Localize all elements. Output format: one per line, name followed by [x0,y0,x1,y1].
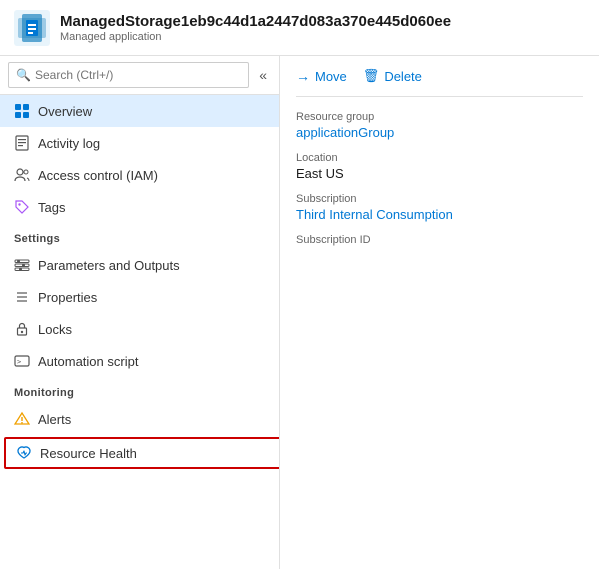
move-icon: → [296,68,310,84]
sidebar: 🔍 « Overview Activity log Access control… [0,56,280,569]
location-label: Location [296,152,583,164]
resource-group-label: Resource group [296,111,583,123]
subscription-row: Subscription Third Internal Consumption [296,193,583,222]
sidebar-item-activity-log[interactable]: Activity log [0,127,279,159]
resource-health-icon [16,445,32,461]
section-header-monitoring: Monitoring [0,377,279,403]
delete-button[interactable]: 🗑 Delete [363,68,422,84]
sidebar-item-access-control[interactable]: Access control (IAM) [0,159,279,191]
sidebar-item-parameters-outputs-label: Parameters and Outputs [38,258,180,273]
details-section: Resource group applicationGroup Location… [296,111,583,246]
parameters-icon [14,257,30,273]
delete-label: Delete [384,69,422,84]
search-input[interactable] [8,62,249,88]
svg-text:>_: >_ [17,358,26,366]
resource-group-value[interactable]: applicationGroup [296,125,583,140]
move-label: Move [315,69,347,84]
app-header: ManagedStorage1eb9c44d1a2447d083a370e445… [0,0,599,56]
sidebar-item-resource-health-label: Resource Health [40,446,137,461]
section-header-settings: Settings [0,223,279,249]
main-layout: 🔍 « Overview Activity log Access control… [0,56,599,569]
header-text-group: ManagedStorage1eb9c44d1a2447d083a370e445… [60,13,451,43]
sidebar-item-properties-label: Properties [38,290,97,305]
sidebar-item-properties[interactable]: Properties [0,281,279,313]
locks-icon [14,321,30,337]
sidebar-item-overview-label: Overview [38,104,92,119]
sidebar-item-resource-health[interactable]: Resource Health [4,437,280,469]
tags-icon [14,199,30,215]
app-title: ManagedStorage1eb9c44d1a2447d083a370e445… [60,13,451,31]
sidebar-item-overview[interactable]: Overview [0,95,279,127]
overview-icon [14,103,30,119]
access-control-icon [14,167,30,183]
app-icon [14,10,50,46]
subscription-id-label: Subscription ID [296,234,583,246]
subscription-value[interactable]: Third Internal Consumption [296,207,583,222]
sidebar-item-parameters-outputs[interactable]: Parameters and Outputs [0,249,279,281]
location-value: East US [296,166,583,181]
sidebar-item-locks-label: Locks [38,322,72,337]
sidebar-item-automation-script[interactable]: >_ Automation script [0,345,279,377]
subscription-label: Subscription [296,193,583,205]
sidebar-item-activity-log-label: Activity log [38,136,100,151]
resource-group-row: Resource group applicationGroup [296,111,583,140]
sidebar-item-tags[interactable]: Tags [0,191,279,223]
search-bar: 🔍 « [0,56,279,95]
app-subtitle: Managed application [60,31,451,43]
automation-icon: >_ [14,353,30,369]
sidebar-item-locks[interactable]: Locks [0,313,279,345]
sidebar-item-automation-script-label: Automation script [38,354,138,369]
location-row: Location East US [296,152,583,181]
sidebar-item-access-control-label: Access control (IAM) [38,168,158,183]
properties-icon [14,289,30,305]
alerts-icon [14,411,30,427]
sidebar-item-tags-label: Tags [38,200,65,215]
content-area: → Move 🗑 Delete Resource group applicati… [280,56,599,569]
activity-log-icon [14,135,30,151]
subscription-id-row: Subscription ID [296,234,583,246]
delete-icon: 🗑 [363,68,380,84]
move-button[interactable]: → Move [296,68,347,84]
sidebar-item-alerts[interactable]: Alerts [0,403,279,435]
sidebar-item-alerts-label: Alerts [38,412,71,427]
collapse-button[interactable]: « [255,65,271,85]
toolbar: → Move 🗑 Delete [296,68,583,97]
